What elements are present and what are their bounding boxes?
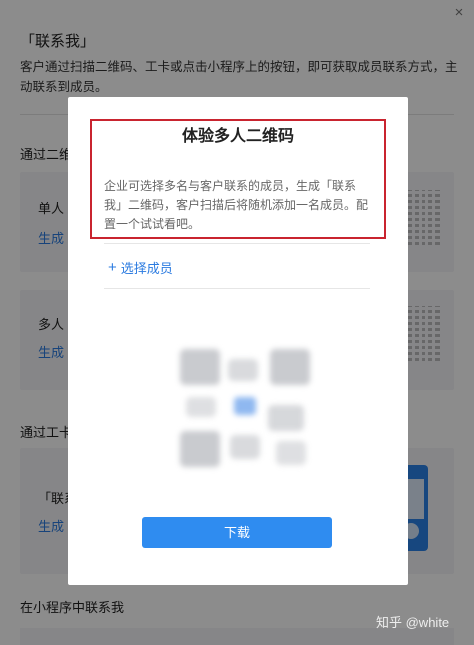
qr-code-preview (172, 345, 322, 475)
divider (104, 243, 370, 244)
download-button[interactable]: 下载 (142, 517, 332, 548)
qr-center-logo (234, 397, 256, 415)
modal-description: 企业可选择多名与客户联系的成员，生成「联系我」二维码，客户扫描后将随机添加一名成… (104, 179, 369, 231)
modal-title: 体验多人二维码 (181, 128, 294, 145)
select-member-label: 选择成员 (120, 261, 173, 276)
select-member-button[interactable]: + 选择成员 (108, 258, 173, 277)
multi-qr-modal: 体验多人二维码 企业可选择多名与客户联系的成员，生成「联系我」二维码，客户扫描后… (68, 97, 408, 585)
watermark: 知乎 @white (376, 615, 450, 630)
divider (104, 288, 370, 289)
plus-icon: + (108, 259, 117, 276)
